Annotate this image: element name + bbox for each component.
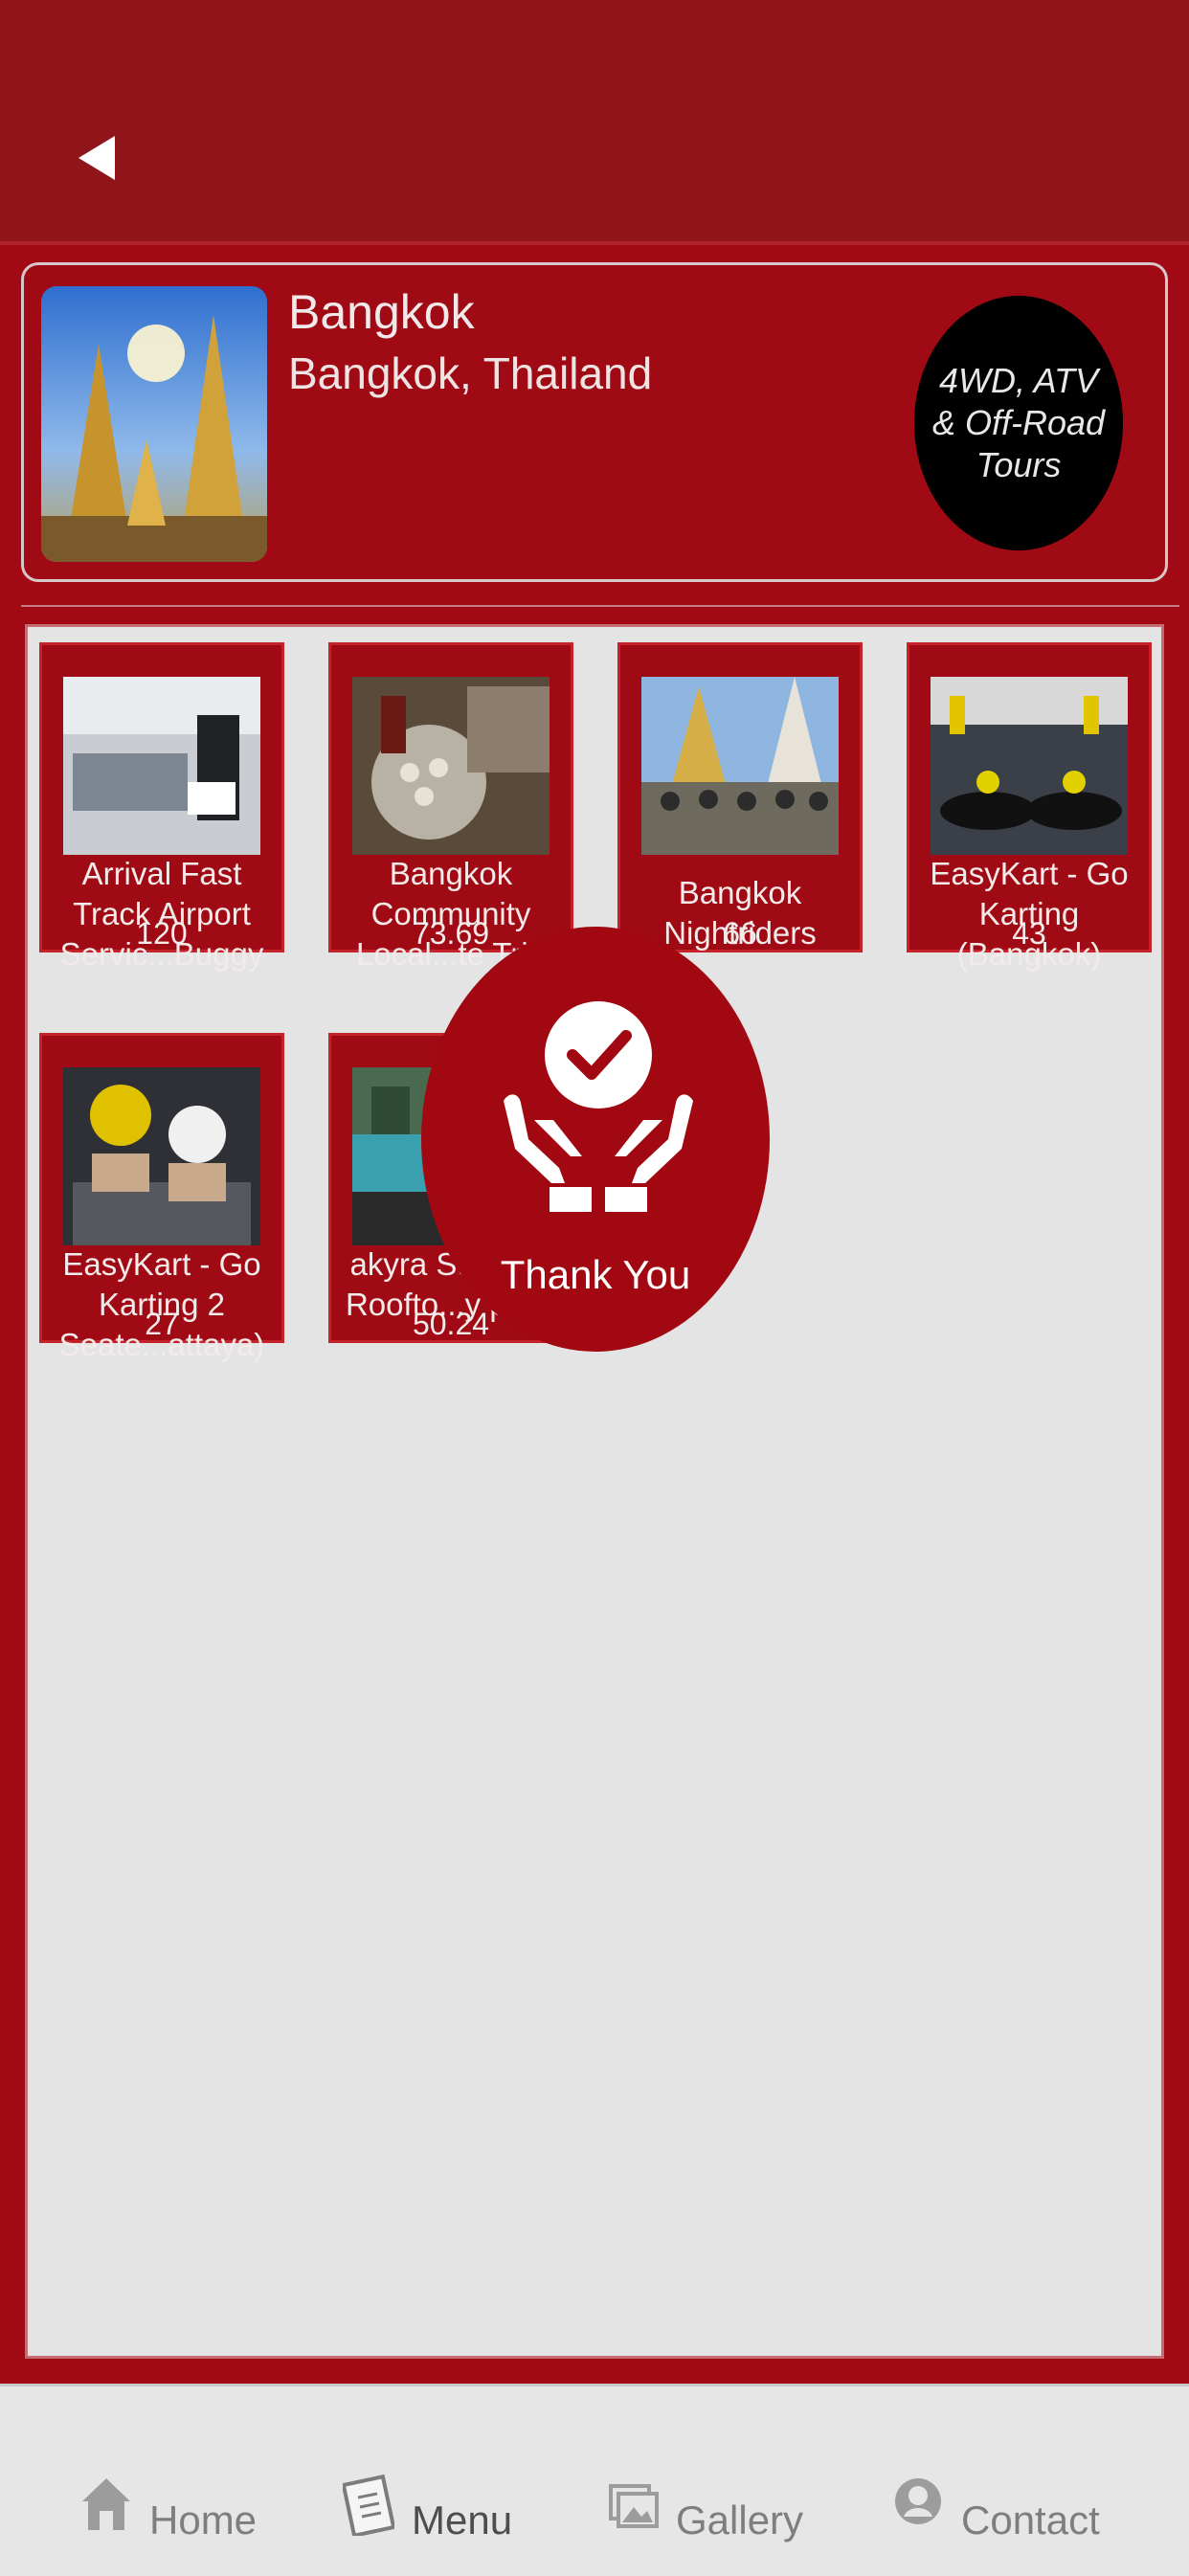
divider	[21, 605, 1179, 607]
tour-grid: Arrival Fast Track Airport Servic...Bugg…	[25, 624, 1164, 2359]
tab-menu[interactable]: Menu	[343, 2444, 512, 2549]
tour-name: EasyKart - Go Karting 2 Seate...attaya)	[58, 1246, 265, 1362]
tour-tile[interactable]: EasyKart - Go Karting 2 Seate...attaya) …	[39, 1033, 284, 1362]
tour-image	[63, 677, 260, 855]
tab-gallery[interactable]: Gallery	[607, 2444, 803, 2549]
tour-image	[641, 677, 839, 855]
contact-icon	[895, 2478, 941, 2524]
gallery-icon	[609, 2484, 659, 2528]
city-image	[41, 286, 267, 562]
tab-home-label: Home	[149, 2498, 258, 2542]
tab-contact[interactable]: Contact	[892, 2444, 1100, 2549]
tour-tile[interactable]: EasyKart - Go Karting (Bangkok) 43	[907, 642, 1152, 972]
back-button[interactable]	[69, 129, 126, 187]
tour-name: Arrival Fast Track Airport Servic...Bugg…	[59, 856, 264, 972]
tour-image	[352, 677, 550, 855]
menu-icon	[343, 2475, 394, 2536]
home-icon	[82, 2478, 130, 2530]
tab-home[interactable]: Home	[80, 2444, 257, 2549]
city-subtitle: Bangkok, Thailand	[288, 348, 653, 398]
tour-image	[63, 1067, 260, 1245]
tour-price: 27	[145, 1307, 179, 1341]
tour-price: 43	[1012, 916, 1046, 951]
tab-gallery-label: Gallery	[676, 2498, 804, 2542]
tour-tile[interactable]: Arrival Fast Track Airport Servic...Bugg…	[39, 642, 284, 972]
tour-image	[931, 677, 1128, 855]
tour-name: EasyKart - Go Karting (Bangkok)	[930, 856, 1129, 972]
thank-you-label: Thank You	[500, 1252, 691, 1297]
top-bar	[0, 0, 1189, 245]
back-arrow-icon	[79, 136, 115, 180]
category-badge[interactable]: 4WD, ATV & Off-Road Tours	[914, 296, 1123, 550]
thank-you-overlay[interactable]: Thank You	[421, 927, 770, 1352]
city-header-card: Bangkok Bangkok, Thailand 4WD, ATV & Off…	[21, 262, 1168, 582]
tour-tile[interactable]: Bangkok Community Local...te Trip 73.69	[328, 642, 573, 972]
tab-menu-label: Menu	[412, 2498, 513, 2542]
hands-check-icon	[504, 1001, 693, 1212]
city-title: Bangkok	[288, 285, 475, 339]
tour-tile[interactable]: Bangkok Nightriders 66	[617, 642, 863, 952]
tour-price: 120	[136, 916, 188, 951]
bottom-tab-bar: Home Menu Gallery Contact	[0, 2384, 1189, 2576]
tab-contact-label: Contact	[961, 2498, 1100, 2542]
